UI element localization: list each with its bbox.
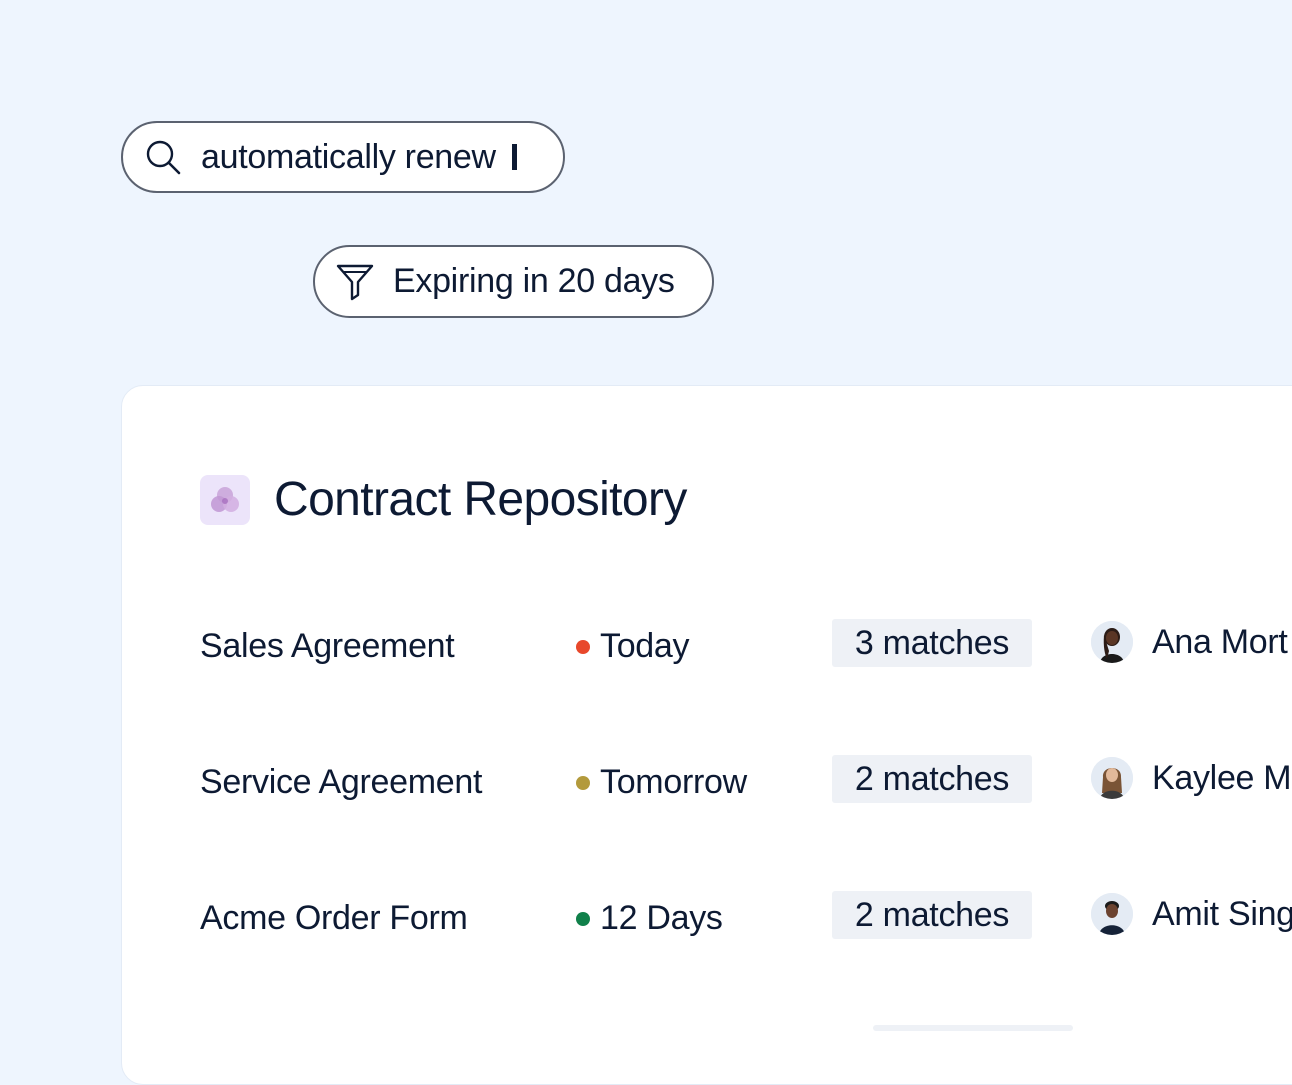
text-caret: [511, 144, 517, 170]
due-label: 12 Days: [600, 899, 723, 937]
owner-name: Ana Mort: [1152, 622, 1288, 661]
contract-repository-card: Contract Repository Sales Agreement Toda…: [121, 385, 1292, 1085]
avatar: [1091, 757, 1133, 799]
matches-badge[interactable]: 3 matches: [832, 619, 1032, 667]
table-row[interactable]: Acme Order Form 12 Days 2 matches Amit S…: [122, 891, 1292, 951]
due-status: 12 Days: [576, 899, 723, 938]
table-row[interactable]: Sales Agreement Today 3 matches Ana Mort: [122, 619, 1292, 679]
due-label: Tomorrow: [600, 763, 747, 801]
contract-name[interactable]: Sales Agreement: [200, 627, 455, 666]
owner-name: Amit Sing: [1152, 894, 1292, 933]
matches-badge[interactable]: 2 matches: [832, 755, 1032, 803]
due-status: Today: [576, 627, 690, 666]
status-dot: [576, 775, 590, 790]
matches-badge-partial: [873, 1025, 1073, 1031]
repository-icon: [200, 474, 250, 525]
due-label: Today: [600, 627, 690, 665]
filter-icon: [335, 262, 375, 302]
due-status: Tomorrow: [576, 763, 747, 802]
avatar: [1091, 893, 1133, 935]
owner: Ana Mort: [1091, 621, 1288, 663]
owner-name: Kaylee M: [1152, 758, 1292, 797]
table-row[interactable]: Service Agreement Tomorrow 2 matches Kay…: [122, 755, 1292, 815]
page-title: Contract Repository: [274, 473, 687, 526]
filter-label: Expiring in 20 days: [393, 262, 675, 300]
search-icon: [143, 137, 183, 177]
owner: Kaylee M: [1091, 757, 1292, 799]
search-input[interactable]: automatically renew: [121, 121, 565, 193]
filter-chip-expiring[interactable]: Expiring in 20 days: [313, 245, 714, 318]
avatar: [1091, 621, 1133, 663]
matches-badge[interactable]: 2 matches: [832, 891, 1032, 939]
status-dot: [576, 911, 590, 926]
owner: Amit Sing: [1091, 893, 1292, 935]
search-query-text: automatically renew: [201, 137, 496, 176]
contract-name[interactable]: Acme Order Form: [200, 899, 468, 938]
contract-name[interactable]: Service Agreement: [200, 763, 482, 802]
card-header: Contract Repository: [200, 472, 687, 527]
status-dot: [576, 639, 590, 654]
